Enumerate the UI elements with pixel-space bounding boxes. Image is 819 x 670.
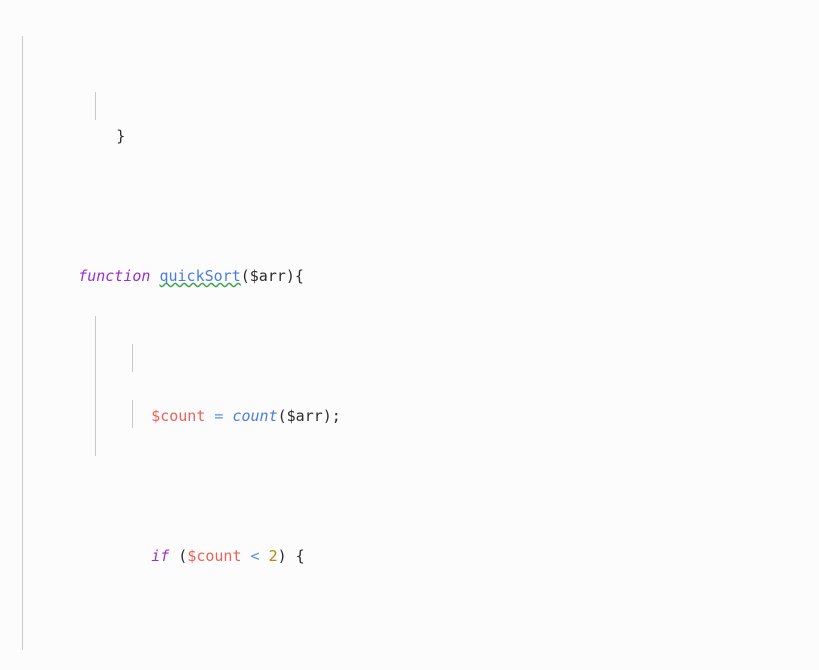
code-line[interactable]: return $arr;: [0, 654, 819, 670]
token-operator-lt: <: [250, 547, 260, 565]
indent-guide-level-1: [22, 36, 23, 650]
token-variable: $count: [151, 407, 206, 425]
token-close: ) {: [277, 547, 305, 565]
token-number: 2: [268, 547, 278, 565]
token-argument: $arr: [286, 407, 323, 425]
token-function-name: quickSort: [159, 267, 241, 285]
token-param: $arr: [249, 267, 286, 285]
token-close: );: [322, 407, 341, 425]
token-keyword-if: if: [151, 547, 170, 565]
code-line[interactable]: function quickSort($arr){: [0, 234, 819, 285]
code-editor[interactable]: } function quickSort($arr){ $count = cou…: [0, 0, 819, 670]
token-brace: }: [116, 127, 126, 145]
code-line[interactable]: }: [0, 94, 819, 145]
code-surface: } function quickSort($arr){ $count = cou…: [0, 0, 819, 670]
token-variable: $count: [187, 547, 242, 565]
code-line[interactable]: if ($count < 2) {: [0, 514, 819, 565]
token-builtin-count: count: [232, 407, 278, 425]
token-close: ){: [285, 267, 304, 285]
code-line[interactable]: $count = count($arr);: [0, 374, 819, 425]
indent-guide-if-body: [132, 344, 133, 372]
token-paren: (: [178, 547, 188, 565]
token-keyword-function: function: [78, 267, 151, 285]
token-paren: (: [277, 407, 287, 425]
token-paren: (: [240, 267, 250, 285]
